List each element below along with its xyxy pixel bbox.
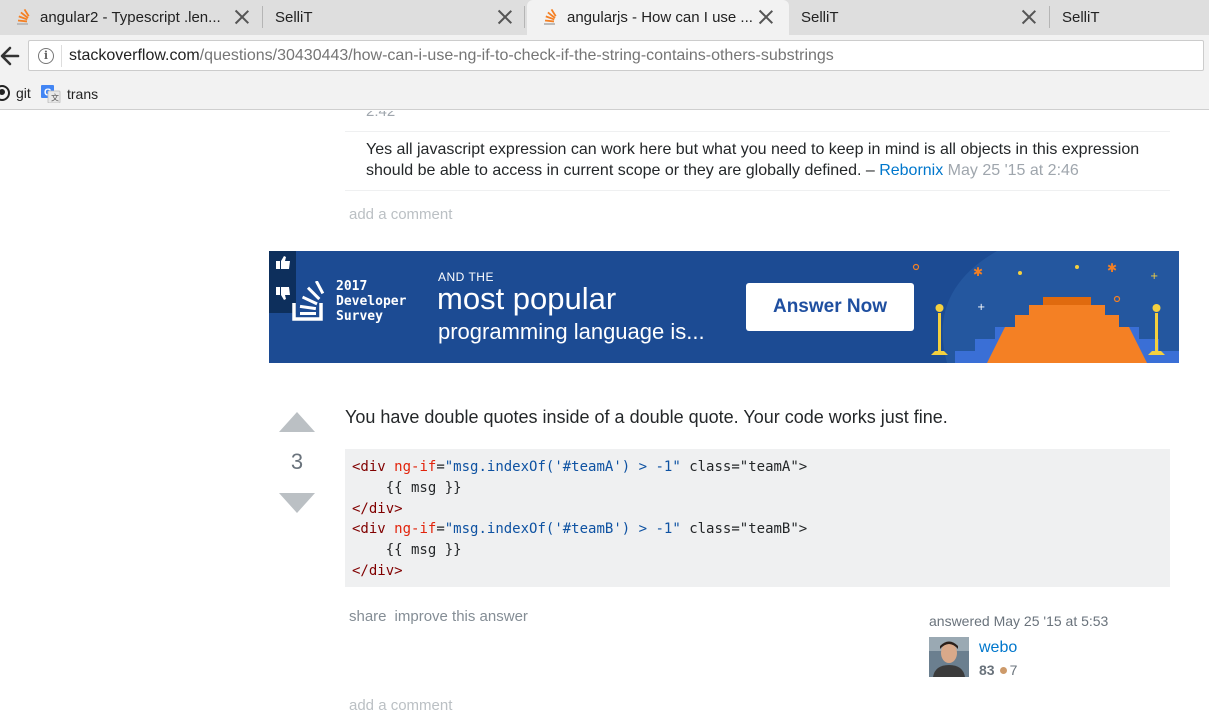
ad-headline: most popular [437,281,617,316]
upvote-arrow-icon[interactable] [279,412,315,432]
ad-survey-label: 2017 Developer Survey [336,279,407,324]
close-icon[interactable] [496,8,514,26]
bookmarks-bar: git G 文 trans [0,77,1209,110]
back-arrow-icon[interactable] [0,43,26,69]
comment-divider [345,190,1170,191]
thumbs-down-icon[interactable] [276,287,290,300]
user-name-link[interactable]: webo [979,639,1017,657]
comment-time: 2:42 [366,111,396,120]
url-text[interactable]: stackoverflow.com/questions/30430443/how… [69,47,834,65]
tab-title: SelliT [275,9,313,26]
improve-answer-link[interactable]: improve this answer [395,608,528,625]
tab-title: SelliT [801,9,839,26]
tab-title: angular2 - Typescript .len... [40,9,221,26]
browser-toolbar: i stackoverflow.com/questions/30430443/h… [0,35,1209,77]
answered-timestamp: answered May 25 '15 at 5:53 [929,613,1109,629]
reputation-score: 83 [979,662,995,678]
comment: Yes all javascript expression can work h… [366,139,1166,181]
tab-1[interactable]: angular2 - Typescript .len... [0,0,263,35]
thumbs-up-icon[interactable] [276,256,290,269]
close-icon[interactable] [757,8,775,26]
comment-divider [345,131,1170,132]
svg-text:+: + [977,302,985,313]
svg-text:✱: ✱ [1107,261,1117,275]
tab-strip: angular2 - Typescript .len... SelliT ang… [0,0,1209,35]
add-comment-link[interactable]: add a comment [349,697,452,714]
tab-title: SelliT [1062,9,1100,26]
svg-text:+: + [1150,271,1158,282]
svg-text:✱: ✱ [973,265,983,279]
add-comment-link[interactable]: add a comment [349,206,452,223]
close-icon[interactable] [233,8,251,26]
close-icon[interactable] [1020,8,1038,26]
bronze-badge-count: 7 [1009,662,1018,678]
stackoverflow-icon [17,8,30,25]
github-icon [0,85,10,101]
downvote-arrow-icon[interactable] [279,493,315,513]
vote-count: 3 [290,449,304,474]
answer-body: You have double quotes inside of a doubl… [345,407,948,427]
tab-2[interactable]: SelliT [263,0,525,35]
svg-text:文: 文 [51,93,59,103]
code-block: <div ng-if="msg.indexOf('#teamA') > -1" … [345,449,1170,587]
stackoverflow-logo-icon [292,281,325,321]
stackoverflow-icon [544,8,557,25]
address-bar[interactable]: i stackoverflow.com/questions/30430443/h… [28,40,1204,71]
bronze-badge-icon [999,667,1007,674]
tab-4[interactable]: SelliT [789,0,1050,35]
bookmark-trans[interactable]: G 文 trans [41,85,98,103]
page-content: 2:42 Yes all javascript expression can w… [0,111,1209,723]
tab-title: angularjs - How can I use ... [567,9,753,26]
bookmark-label: git [16,85,31,101]
share-link[interactable]: share [349,608,387,625]
tab-3-active[interactable]: angularjs - How can I use ... [527,0,789,35]
post-menu: share improve this answer [349,608,536,625]
survey-ad-banner[interactable]: 2017 Developer Survey AND THE most popul… [269,251,1179,363]
tab-5[interactable]: SelliT [1050,0,1209,35]
user-avatar[interactable] [929,637,969,677]
answer-now-button[interactable]: Answer Now [746,283,914,331]
info-icon[interactable]: i [38,47,54,64]
stage-illustration: ✱ ✱ + + [912,251,1179,363]
comment-user-link[interactable]: Rebornix [879,162,943,179]
comment-date[interactable]: May 25 '15 at 2:46 [943,162,1079,179]
user-reputation: 83 7 [979,662,1017,678]
google-translate-icon: G 文 [41,85,61,103]
bookmark-label: trans [67,86,99,102]
bookmark-git[interactable]: git [0,85,31,101]
ad-subline: programming language is... [438,319,705,344]
